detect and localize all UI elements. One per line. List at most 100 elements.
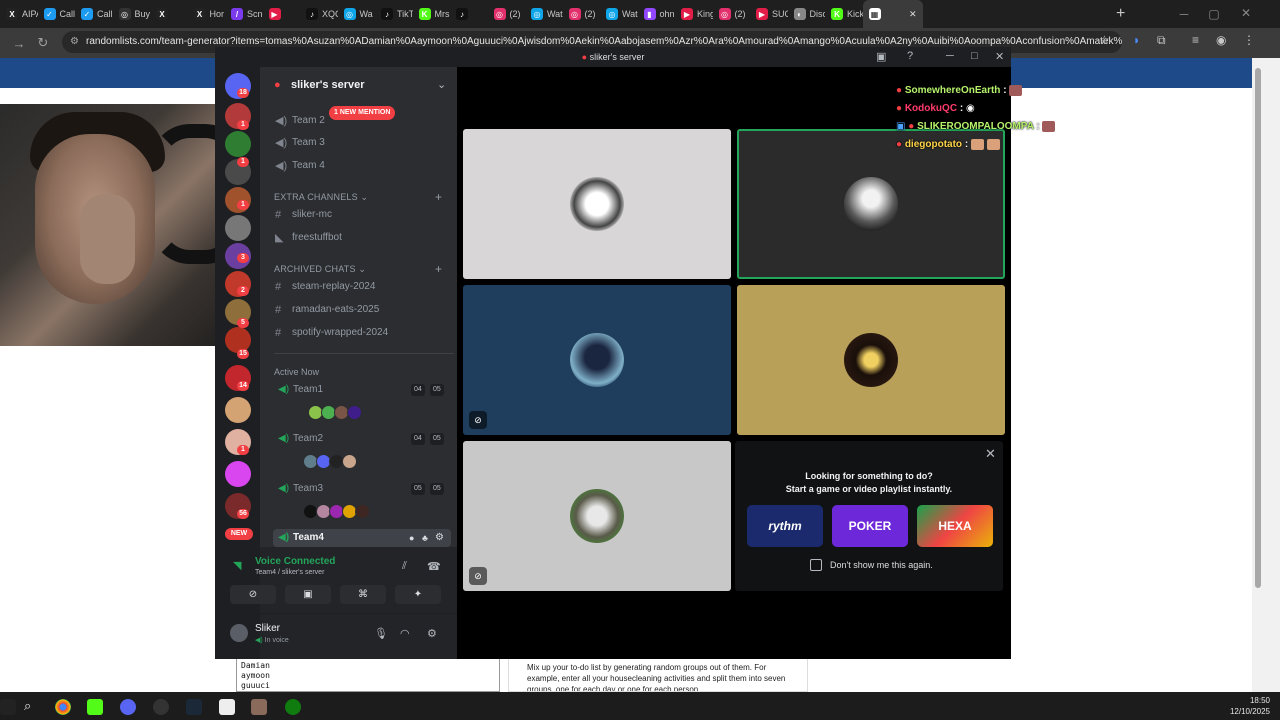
category-archived-chats[interactable]: ARCHIVED CHATS ⌄ xyxy=(274,264,366,275)
close-tab-icon[interactable]: ✕ xyxy=(909,9,917,20)
screen-share-button[interactable]: ▣ xyxy=(285,585,331,604)
activities-button[interactable]: ⌘ xyxy=(340,585,386,604)
maximize-button[interactable]: ▢ xyxy=(1198,7,1230,21)
menu-kebab-icon[interactable]: ⋮ xyxy=(1243,33,1255,47)
close-icon[interactable]: ✕ xyxy=(985,446,996,462)
browser-tab[interactable]: X Hor xyxy=(188,0,226,28)
disconnect-icon[interactable]: ☎ xyxy=(427,560,441,573)
profile-icon[interactable]: ◉ xyxy=(1216,33,1226,47)
discord-close-button[interactable]: ✕ xyxy=(995,50,1004,63)
add-channel-icon[interactable]: + xyxy=(435,262,442,276)
browser-tab[interactable]: ◎ Buy xyxy=(113,0,150,28)
items-textarea[interactable]: Damian aymoon guuuci jwisdom xyxy=(236,658,500,692)
browser-tab[interactable]: ✓ Call xyxy=(75,0,113,28)
new-servers-pill[interactable]: NEW xyxy=(225,528,253,540)
active-browser-tab[interactable]: ▦ ✕ xyxy=(862,0,923,28)
app-icon[interactable] xyxy=(251,699,267,715)
voice-channel-path[interactable]: Team4 / sliker's server xyxy=(255,569,324,576)
minimize-button[interactable]: ─ xyxy=(1168,7,1200,21)
chrome-icon[interactable] xyxy=(55,699,71,715)
voice-channel-team3[interactable]: ◀) Team3 05 05 xyxy=(278,480,453,498)
new-tab-button[interactable]: + xyxy=(1116,5,1125,23)
extension-icon[interactable]: ◗ xyxy=(1133,33,1140,47)
add-channel-icon[interactable]: + xyxy=(435,190,442,204)
channel-item-team3[interactable]: ◀) Team 3 xyxy=(270,134,450,152)
voice-status[interactable]: Voice Connected xyxy=(255,556,335,567)
server-icon[interactable] xyxy=(225,215,251,241)
channel-item-ramadan-eats[interactable]: # ramadan-eats-2025 xyxy=(270,301,450,319)
category-extra-channels[interactable]: EXTRA CHANNELS ⌄ xyxy=(274,192,368,203)
channel-item-team2[interactable]: ◀) Team 2 xyxy=(270,112,450,130)
close-window-button[interactable]: ✕ xyxy=(1230,6,1262,20)
dont-show-label[interactable]: Don't show me this again. xyxy=(830,560,933,570)
headphones-icon[interactable]: ◠ xyxy=(400,627,410,640)
kick-icon[interactable] xyxy=(87,699,103,715)
reading-list-icon[interactable]: ≡ xyxy=(1192,33,1199,47)
server-icon[interactable] xyxy=(225,461,251,487)
browser-tab[interactable]: ◐ Disc xyxy=(788,0,825,28)
start-icon[interactable] xyxy=(0,699,16,715)
app-icon[interactable] xyxy=(219,699,235,715)
browser-tab[interactable]: ▮ ohn xyxy=(638,0,676,28)
server-icon[interactable] xyxy=(225,131,251,157)
browser-tab[interactable]: ◎ Wat xyxy=(525,0,563,28)
voice-channel-team1[interactable]: ◀) Team1 04 05 xyxy=(278,381,453,399)
browser-tab[interactable]: X xyxy=(150,0,188,28)
activity-card-hexa[interactable]: HEXA xyxy=(917,505,993,547)
browser-tab[interactable]: ♪ XQC xyxy=(300,0,338,28)
video-tile[interactable] xyxy=(737,285,1005,435)
activity-card-poker[interactable]: POKER xyxy=(832,505,908,547)
noise-suppression-icon[interactable]: ⫽ xyxy=(402,560,407,573)
voice-channel-team2[interactable]: ◀) Team2 04 05 xyxy=(278,430,453,448)
browser-tab[interactable]: ◎ (2) xyxy=(488,0,526,28)
browser-tab[interactable]: ▶ SUG xyxy=(750,0,788,28)
bookmark-star-icon[interactable]: ☆ xyxy=(1099,33,1110,47)
invite-icon[interactable]: ♣ xyxy=(422,529,428,547)
channel-item-spotify-wrapped[interactable]: # spotify-wrapped-2024 xyxy=(270,324,450,342)
xbox-icon[interactable] xyxy=(285,699,301,715)
help-icon[interactable]: ? xyxy=(907,50,913,62)
video-tile[interactable]: ⊘ xyxy=(463,285,731,435)
camera-off-button[interactable]: ⊘ xyxy=(230,585,276,604)
extensions-puzzle-icon[interactable]: ⧉ xyxy=(1157,33,1166,48)
browser-tab[interactable]: / Scn xyxy=(225,0,263,28)
signal-icon[interactable]: ◥ xyxy=(233,559,241,572)
browser-tab[interactable]: K Kick xyxy=(825,0,863,28)
video-tile-speaking[interactable] xyxy=(737,129,1005,279)
browser-tab[interactable]: X AIPA xyxy=(0,0,38,28)
browser-tab[interactable]: ♪ xyxy=(450,0,488,28)
microphone-icon[interactable]: 🎙 xyxy=(374,627,388,640)
browser-tab[interactable]: ◎ Wat xyxy=(600,0,638,28)
dont-show-checkbox[interactable] xyxy=(810,559,822,571)
obs-icon[interactable] xyxy=(153,699,169,715)
browser-tab[interactable]: ◎ (2) xyxy=(563,0,601,28)
reload-icon[interactable]: ↻ xyxy=(31,35,55,51)
browser-tab[interactable]: ♪ TikT xyxy=(375,0,413,28)
avatar[interactable] xyxy=(347,405,362,420)
settings-gear-icon[interactable]: ⚙ xyxy=(435,529,444,547)
channel-item-team4[interactable]: ◀) Team 4 xyxy=(270,157,450,175)
browser-tab[interactable]: ◎ (2) xyxy=(713,0,751,28)
discord-icon[interactable] xyxy=(120,699,136,715)
page-scrollbar-thumb[interactable] xyxy=(1255,68,1261,588)
browser-tab[interactable]: ▶ xyxy=(263,0,301,28)
user-settings-gear-icon[interactable]: ⚙ xyxy=(427,627,437,640)
browser-tab[interactable]: ◎ Wa xyxy=(338,0,376,28)
voice-channel-team4[interactable]: ◀) Team4 ● ♣ ⚙ xyxy=(278,529,453,547)
user-name[interactable]: Sliker xyxy=(255,623,280,634)
search-icon[interactable]: ⌕ xyxy=(24,698,31,714)
user-avatar[interactable] xyxy=(230,624,248,642)
system-clock[interactable]: 18:50 12/10/2025 xyxy=(1206,695,1270,717)
browser-tab[interactable]: ▶ King xyxy=(675,0,713,28)
video-tile[interactable]: ⊘ xyxy=(463,441,731,591)
discord-minimize-button[interactable]: ─ xyxy=(946,50,954,62)
avatar[interactable] xyxy=(342,454,357,469)
site-info-icon[interactable]: ⚙ xyxy=(70,31,79,53)
chevron-down-icon[interactable]: ⌄ xyxy=(437,75,446,95)
channel-item-sliker-mc[interactable]: # sliker-mc xyxy=(270,206,450,224)
browser-tab[interactable]: K Mrs xyxy=(413,0,451,28)
forward-icon[interactable]: → xyxy=(7,36,31,51)
channel-item-freestuffbot[interactable]: ◣ freestuffbot xyxy=(270,229,450,247)
server-icon[interactable] xyxy=(225,397,251,423)
server-name-header[interactable]: ● sliker's server ⌄ xyxy=(260,75,457,95)
